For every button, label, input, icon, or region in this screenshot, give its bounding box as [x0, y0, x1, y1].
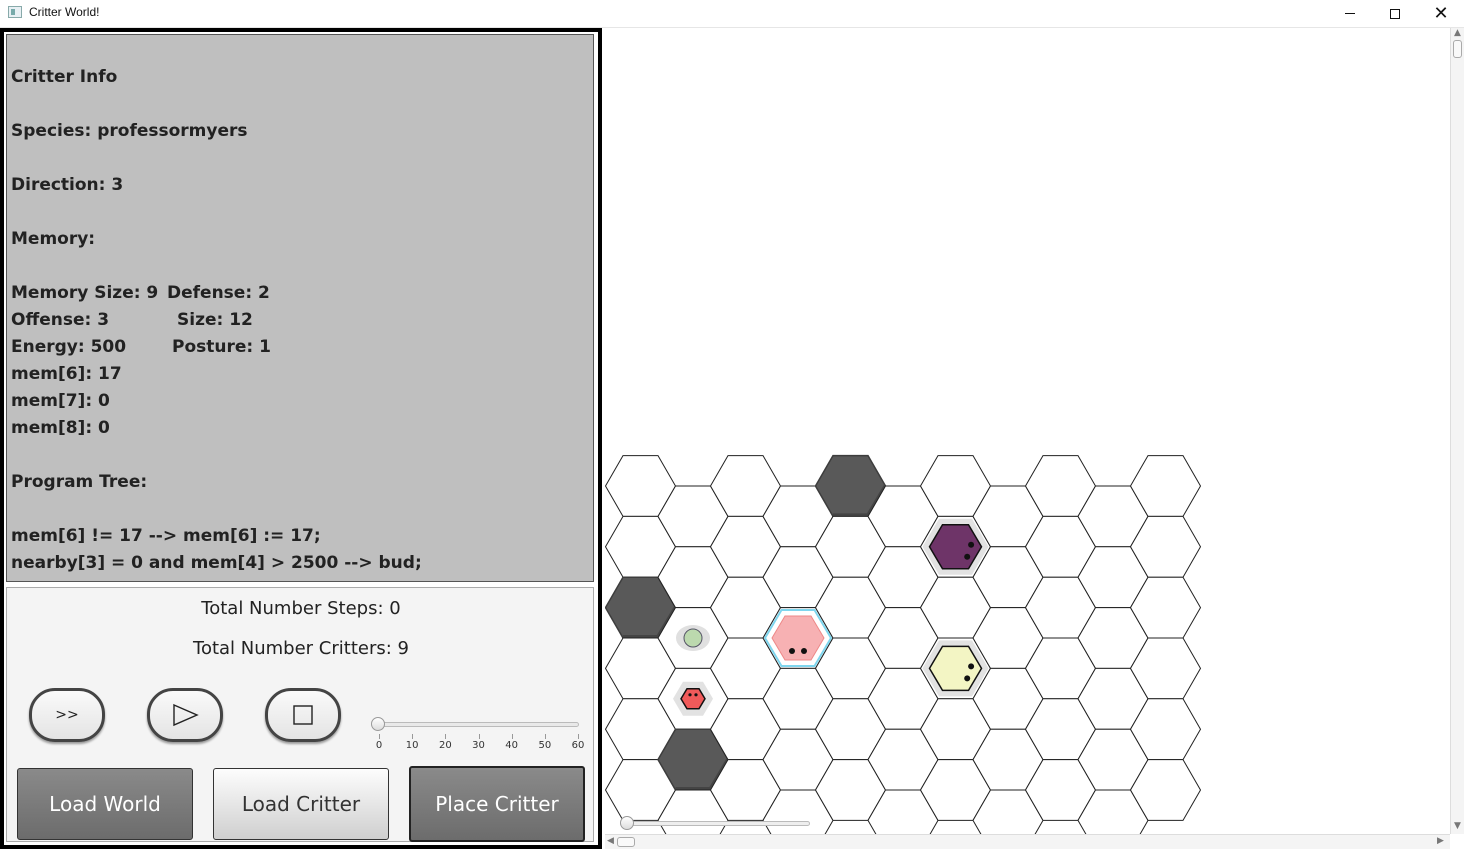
slider-tick-label: 40 — [505, 740, 519, 751]
minimize-icon — [1345, 13, 1355, 14]
slider-tick — [511, 734, 513, 739]
slider-tick — [445, 734, 447, 739]
program-rule-2: nearby[3] = 0 and mem[4] > 2500 --> bud; — [11, 553, 422, 573]
world-view[interactable] — [604, 28, 1450, 849]
maximize-button[interactable] — [1372, 0, 1418, 27]
step-button[interactable]: >> — [29, 688, 105, 742]
maximize-icon — [1390, 8, 1400, 19]
critter-eye — [688, 693, 692, 697]
app-icon — [8, 6, 22, 18]
window-title-bar: Critter World! ✕ — [0, 0, 1464, 28]
critter-eye — [694, 693, 698, 697]
critter-eye — [801, 648, 807, 654]
memory-label: Memory: — [11, 229, 96, 249]
horizontal-scroll-thumb[interactable] — [617, 837, 635, 847]
critter-info-heading: Critter Info — [11, 67, 118, 87]
horizontal-scrollbar[interactable]: ◀ ▶ — [605, 834, 1450, 849]
stop-icon — [293, 705, 313, 725]
slider-tick — [544, 734, 546, 739]
load-critter-button[interactable]: Load Critter — [213, 768, 389, 840]
close-icon: ✕ — [1433, 3, 1449, 24]
mem8-text: mem[8]: 0 — [11, 418, 110, 438]
slider-tick — [578, 734, 579, 739]
slider-tick — [379, 734, 380, 739]
slider-tick-label: 10 — [405, 740, 419, 751]
program-tree-label: Program Tree: — [11, 472, 148, 492]
place-critter-button[interactable]: Place Critter — [409, 766, 585, 842]
mem6-text: mem[6]: 17 — [11, 364, 122, 384]
play-icon — [173, 703, 199, 727]
critter-eye — [789, 648, 795, 654]
defense-text: Defense: 2 — [167, 283, 270, 303]
stop-button[interactable] — [265, 688, 341, 742]
slider-tick — [412, 734, 414, 739]
close-button[interactable]: ✕ — [1418, 0, 1464, 27]
fast-forward-icon: >> — [55, 707, 79, 723]
zoom-slider-track[interactable] — [622, 821, 810, 826]
vertical-scroll-thumb[interactable] — [1453, 40, 1462, 58]
scroll-right-arrow-icon[interactable]: ▶ — [1437, 836, 1444, 846]
vertical-scrollbar[interactable]: ▲ ▼ — [1450, 28, 1464, 834]
posture-text: Posture: 1 — [172, 337, 271, 357]
mem7-text: mem[7]: 0 — [11, 391, 110, 411]
critter-eye — [964, 553, 971, 560]
window-title: Critter World! — [29, 5, 100, 19]
scroll-down-arrow-icon[interactable]: ▼ — [1454, 821, 1461, 831]
left-panel: Critter Info Species: professormyers Dir… — [0, 28, 602, 849]
direction-text: Direction: 3 — [11, 175, 124, 195]
speed-slider-thumb[interactable] — [371, 717, 385, 731]
species-text: Species: professormyers — [11, 121, 248, 141]
critter[interactable] — [680, 688, 706, 710]
speed-slider-track[interactable] — [377, 722, 579, 727]
energy-text: Energy: 500 — [11, 337, 127, 357]
offense-text: Offense: 3 — [11, 310, 110, 330]
program-rule-1: mem[6] != 17 --> mem[6] := 17; — [11, 526, 321, 546]
critter-eye — [968, 541, 975, 548]
run-button[interactable] — [147, 688, 223, 742]
slider-tick-label: 60 — [571, 740, 585, 751]
total-steps-text: Total Number Steps: 0 — [201, 598, 401, 619]
slider-tick-label: 0 — [375, 740, 383, 751]
slider-tick-label: 20 — [438, 740, 452, 751]
food-item[interactable] — [683, 628, 703, 648]
left-panel-inner: Critter Info Species: professormyers Dir… — [4, 32, 598, 845]
slider-tick-label: 50 — [538, 740, 552, 751]
size-text: Size: 12 — [177, 310, 253, 330]
slider-tick — [478, 734, 480, 739]
slider-tick-label: 30 — [472, 740, 485, 751]
critter-eye — [964, 675, 971, 682]
total-critters-text: Total Number Critters: 9 — [193, 638, 409, 659]
load-world-button[interactable]: Load World — [17, 768, 193, 840]
memory-size-text: Memory Size: 9 — [11, 283, 159, 303]
scroll-up-arrow-icon[interactable]: ▲ — [1454, 28, 1461, 38]
critter-info-panel: Critter Info Species: professormyers Dir… — [6, 34, 594, 582]
simulation-controls: Total Number Steps: 0 Total Number Critt… — [6, 587, 594, 842]
scroll-left-arrow-icon[interactable]: ◀ — [607, 836, 614, 846]
zoom-slider-thumb[interactable] — [620, 816, 634, 830]
hex-grid[interactable] — [604, 28, 1450, 849]
minimize-button[interactable] — [1327, 0, 1373, 27]
critter-eye — [968, 663, 975, 670]
